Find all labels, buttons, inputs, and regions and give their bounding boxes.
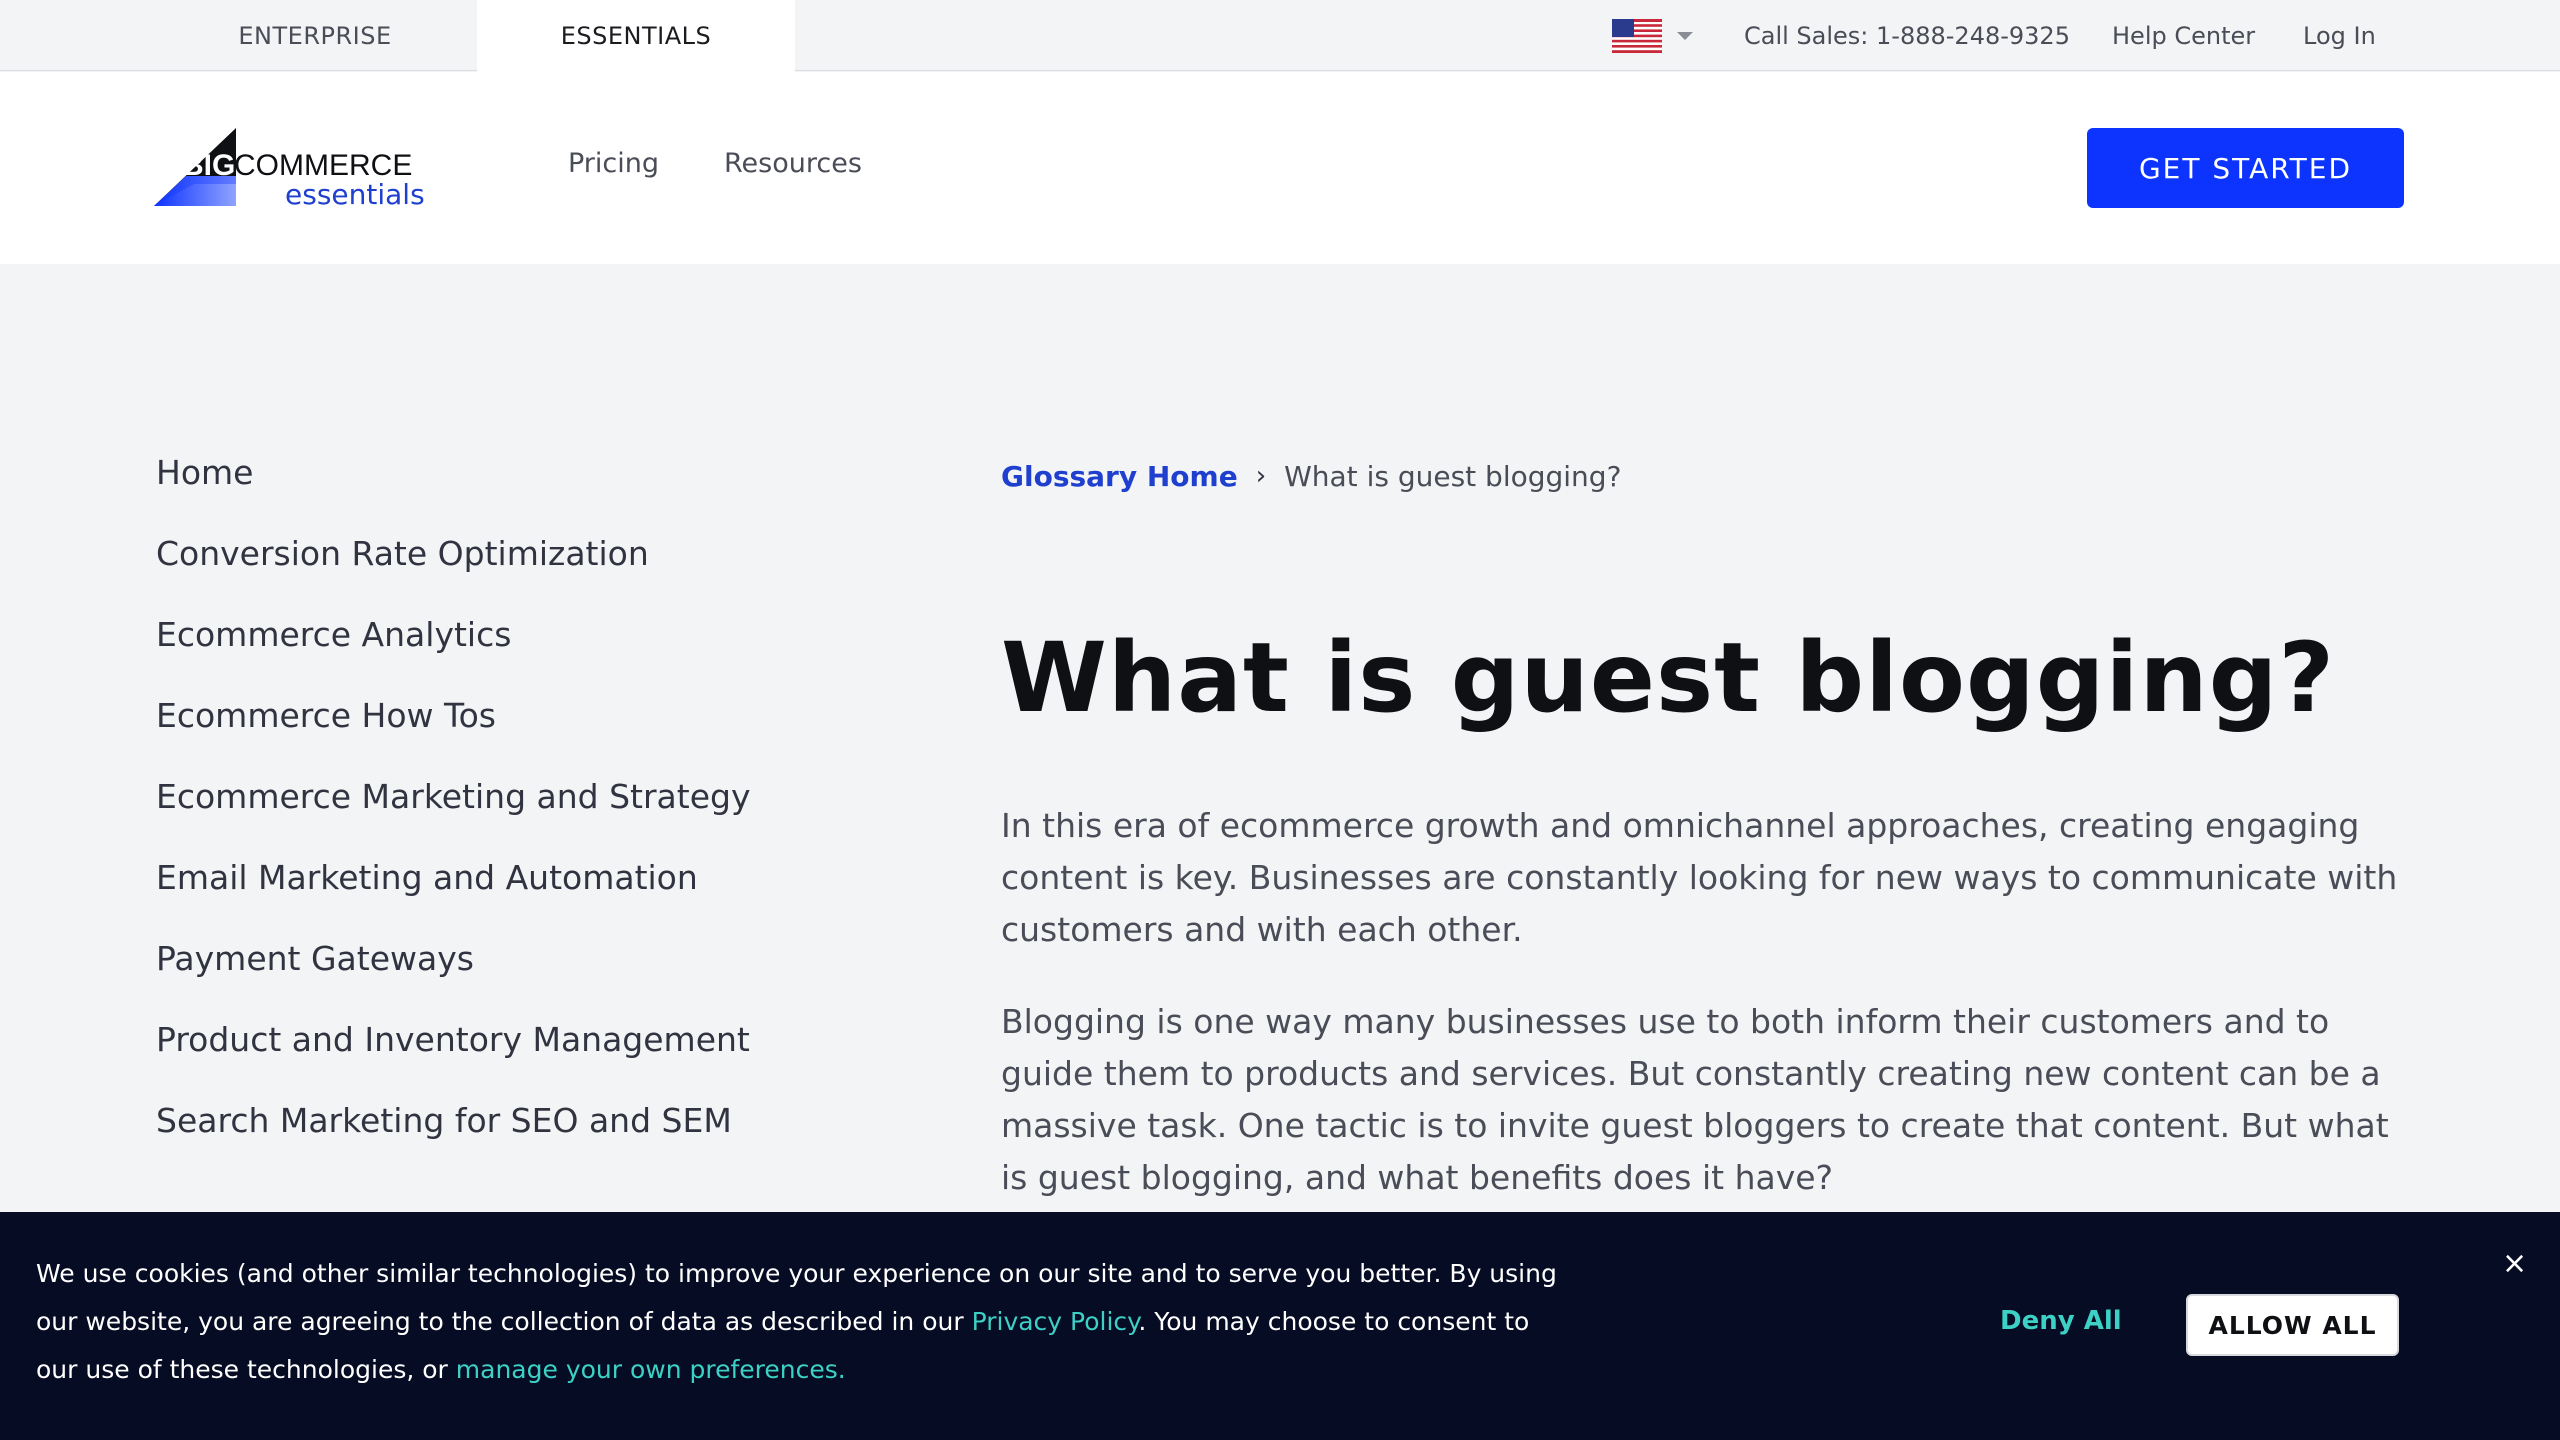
breadcrumb-glossary-home[interactable]: Glossary Home [1001, 460, 1238, 493]
logo-big-text: BIG [182, 149, 235, 182]
logo-svg: BIG COMMERCE essentials [154, 128, 425, 211]
tab-enterprise[interactable]: ENTERPRISE [160, 0, 470, 72]
get-started-button[interactable]: GET STARTED [2087, 128, 2404, 208]
login-link[interactable]: Log In [2303, 0, 2376, 71]
tab-essentials[interactable]: ESSENTIALS [477, 0, 795, 72]
breadcrumb-current: What is guest blogging? [1284, 459, 1622, 493]
us-flag-svg [1612, 19, 1662, 53]
chevron-down-icon[interactable] [1677, 32, 1693, 40]
chevron-right-icon: › [1255, 461, 1267, 491]
intro-paragraph: In this era of ecommerce growth and omni… [1001, 806, 2398, 949]
body-paragraph: Blogging is one way many businesses use … [1001, 1002, 2389, 1197]
help-center-link[interactable]: Help Center [2112, 0, 2255, 71]
cookie-consent-banner: We use cookies (and other similar techno… [0, 1212, 2560, 1440]
us-flag-icon[interactable] [1612, 19, 1662, 53]
sidebar-item-search-marketing-seo-sem[interactable]: Search Marketing for SEO and SEM [156, 1096, 856, 1177]
glossary-sidebar: Home Conversion Rate Optimization Ecomme… [156, 448, 856, 1177]
sidebar-item-conversion-rate-optimization[interactable]: Conversion Rate Optimization [156, 529, 856, 610]
sidebar-item-ecommerce-analytics[interactable]: Ecommerce Analytics [156, 610, 856, 691]
sidebar-item-product-inventory-management[interactable]: Product and Inventory Management [156, 1015, 856, 1096]
nav-resources[interactable]: Resources [724, 148, 862, 179]
privacy-policy-link[interactable]: Privacy Policy [972, 1307, 1139, 1336]
sidebar-item-ecommerce-marketing-strategy[interactable]: Ecommerce Marketing and Strategy [156, 772, 856, 853]
article-content: Glossary Home › What is guest blogging? … [1001, 448, 2401, 1198]
sidebar-item-payment-gateways[interactable]: Payment Gateways [156, 934, 856, 1015]
allow-all-button[interactable]: ALLOW ALL [2186, 1294, 2399, 1356]
nav-pricing[interactable]: Pricing [568, 148, 659, 179]
bigcommerce-essentials-logo[interactable]: BIG COMMERCE essentials [154, 128, 425, 212]
deny-all-button[interactable]: Deny All [2000, 1306, 2122, 1336]
breadcrumb: Glossary Home › What is guest blogging? [1001, 448, 2401, 504]
sidebar-item-email-marketing-automation[interactable]: Email Marketing and Automation [156, 853, 856, 934]
sidebar-item-ecommerce-how-tos[interactable]: Ecommerce How Tos [156, 691, 856, 772]
top-utility-bar: ENTERPRISE ESSENTIALS Call Sales: 1-888-… [0, 0, 2560, 72]
page-title: What is guest blogging? [1001, 622, 2336, 734]
manage-preferences-link[interactable]: manage your own preferences. [456, 1355, 846, 1384]
close-icon[interactable]: × [2502, 1246, 2527, 1281]
call-sales-link[interactable]: Call Sales: 1-888-248-9325 [1744, 0, 2070, 71]
logo-essentials-text: essentials [285, 178, 424, 211]
cookie-message: We use cookies (and other similar techno… [36, 1250, 1576, 1394]
sidebar-item-home[interactable]: Home [156, 448, 856, 529]
